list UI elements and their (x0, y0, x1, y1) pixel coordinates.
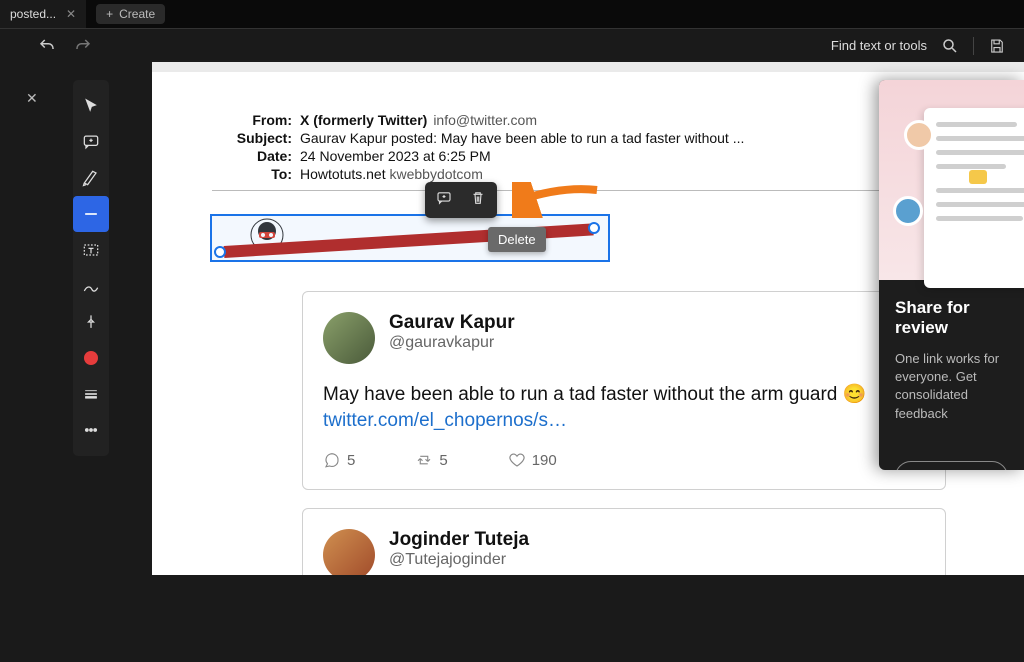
comment-tool[interactable] (73, 124, 109, 160)
to-name: Howtotuts.net (300, 166, 386, 182)
tweet-card-2: Joginder Tuteja @Tutejajoginder (302, 508, 946, 575)
dismiss-button[interactable]: Dismiss (895, 461, 1008, 470)
search-icon[interactable] (941, 37, 959, 55)
to-label: To: (212, 166, 292, 182)
line-handle-start[interactable] (214, 246, 226, 258)
left-panel: ✕ (0, 62, 67, 662)
line-handle-end[interactable] (588, 222, 600, 234)
date-value: 24 November 2023 at 6:25 PM (300, 148, 491, 164)
tweet-author-name: Gaurav Kapur (389, 312, 515, 334)
delete-tooltip: Delete (488, 227, 546, 252)
subject-value: Gaurav Kapur posted: May have been able … (300, 130, 744, 146)
find-label: Find text or tools (831, 38, 927, 53)
avatar-icon (904, 120, 934, 150)
date-label: Date: (212, 148, 292, 164)
create-tab[interactable]: + Create (96, 4, 165, 24)
delete-icon[interactable] (469, 189, 487, 212)
color-tool[interactable] (73, 340, 109, 376)
more-tools[interactable] (73, 412, 109, 448)
tab-close-icon[interactable]: ✕ (66, 7, 76, 21)
thickness-tool[interactable] (73, 376, 109, 412)
share-illustration (879, 80, 1024, 280)
highlight-tool[interactable] (73, 160, 109, 196)
create-label: Create (119, 7, 155, 21)
tweet-avatar (323, 529, 375, 575)
line-tool[interactable] (73, 196, 109, 232)
tweet-body: May have been able to run a tad faster w… (323, 382, 925, 433)
undo-button[interactable] (38, 37, 56, 55)
tweet-avatar (323, 312, 375, 364)
toolbar-divider (973, 37, 974, 55)
share-title: Share for review (895, 298, 1008, 338)
comment-bubble-icon (969, 170, 987, 184)
plus-icon: + (106, 7, 113, 21)
share-description: One link works for everyone. Get consoli… (895, 350, 1008, 423)
tweet-author-handle: @gauravkapur (389, 334, 515, 352)
panel-close-icon[interactable]: ✕ (26, 90, 38, 107)
from-label: From: (212, 112, 292, 128)
textbox-tool[interactable] (73, 232, 109, 268)
share-for-review-panel: Share for review One link works for ever… (879, 80, 1024, 470)
email-header: From: X (formerly Twitter) info@twitter.co… (212, 112, 964, 182)
subject-label: Subject: (212, 130, 292, 146)
add-comment-icon[interactable] (435, 189, 453, 212)
avatar-icon (893, 196, 923, 226)
pin-tool[interactable] (73, 304, 109, 340)
from-email: info@twitter.com (433, 112, 537, 128)
redo-button[interactable] (74, 37, 92, 55)
annotation-tool-strip (73, 80, 109, 456)
annotation-toolbar (425, 182, 497, 218)
instruction-arrow-icon (512, 182, 602, 218)
tab-title: posted... (10, 7, 56, 21)
tweet-stats: 5 5 190 (323, 451, 925, 469)
like-stat[interactable]: 190 (508, 451, 557, 469)
tab-bar: posted... ✕ + Create (0, 0, 1024, 28)
to-email: kwebbydotcom (390, 166, 483, 182)
main-toolbar: Find text or tools (0, 28, 1024, 62)
retweet-stat[interactable]: 5 (415, 451, 447, 469)
from-name: X (formerly Twitter) (300, 112, 427, 128)
save-button[interactable] (988, 37, 1006, 55)
tweet-link[interactable]: twitter.com/el_chopernos/s… (323, 410, 567, 431)
active-tab[interactable]: posted... ✕ (0, 0, 86, 28)
select-tool[interactable] (73, 88, 109, 124)
reply-stat[interactable]: 5 (323, 451, 355, 469)
tweet-card-1: Gaurav Kapur @gauravkapur May have been … (302, 291, 946, 490)
draw-tool[interactable] (73, 268, 109, 304)
tweet-author-handle: @Tutejajoginder (389, 551, 529, 569)
tweet-author-name: Joginder Tuteja (389, 529, 529, 551)
